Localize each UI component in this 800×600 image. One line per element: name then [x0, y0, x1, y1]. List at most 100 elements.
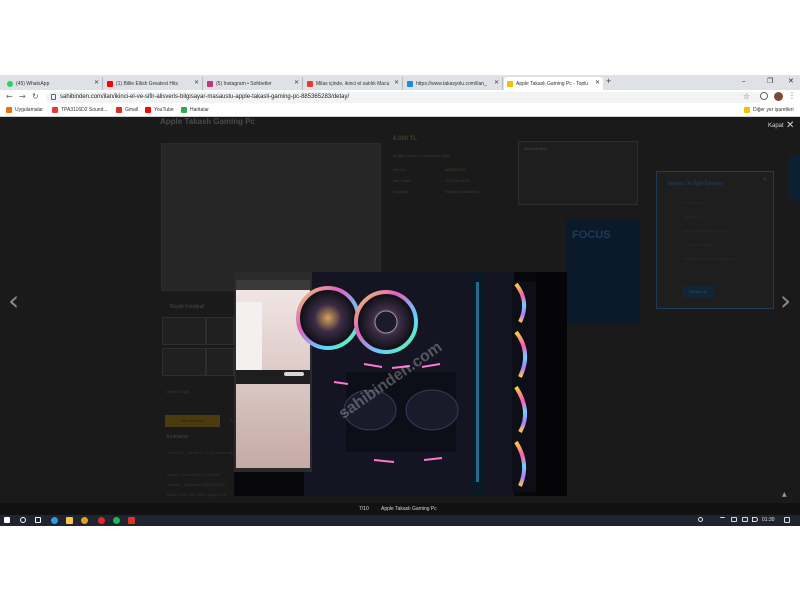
url-text: sahibinden.com/ilan/ikinci-el-ve-sifir-a…	[60, 94, 350, 100]
opera-icon[interactable]	[98, 517, 105, 524]
bookmark-apps[interactable]: Uygulamalar	[6, 107, 43, 113]
clock[interactable]: 01:30	[762, 517, 775, 523]
detail-value: Toplama Masaüstü	[445, 189, 479, 194]
description-line: Anakart : Gigabyte B450M DS3H	[167, 482, 226, 487]
sahibinden-icon	[307, 80, 313, 87]
avatar[interactable]	[774, 92, 783, 101]
detail-label: İlan No	[393, 167, 406, 172]
tab-label: https://www.takasyolu.com/ilan_	[416, 80, 487, 87]
battery-icon[interactable]	[731, 517, 737, 522]
photo-caption: Apple Takaslı Gaming Pc	[381, 506, 437, 512]
feedback-side-tab[interactable]	[789, 155, 800, 200]
maximize-icon[interactable]: ❐	[767, 77, 773, 85]
buy-now-button[interactable]: Hemen Al	[683, 286, 713, 298]
edge-icon[interactable]	[51, 517, 58, 524]
bookmark-youtube[interactable]: YouTube	[145, 107, 174, 113]
bookmark-label: YouTube	[154, 107, 174, 113]
related-item[interactable]: Favorilerim	[683, 200, 703, 205]
minimize-icon[interactable]: –	[742, 77, 746, 85]
listing-title: Apple Takaslı Gaming Pc	[160, 117, 255, 126]
tab-apple-takasli[interactable]: Apple Takaslı Gaming Pc - Toplu ✕	[504, 77, 603, 90]
close-icon[interactable]: ✕	[786, 120, 794, 131]
price: 6.000 TL	[393, 136, 418, 142]
file-explorer-icon[interactable]	[66, 517, 73, 524]
location-text: Muğla / Milas / Cumhuriyet Mah.	[393, 153, 451, 158]
listing-main-photo[interactable]	[161, 143, 381, 291]
start-button[interactable]	[4, 517, 10, 523]
video-text: Video ile İlgili	[166, 389, 190, 394]
reload-icon[interactable]: ↻	[32, 92, 39, 101]
thumbnail[interactable]	[206, 348, 234, 376]
tab-listing-details[interactable]: İlan Detayları	[165, 415, 220, 427]
chevron-right-icon[interactable]: ›	[780, 287, 791, 315]
tab-sahibinden-milas[interactable]: Milas içinde, ikinci el satılık Macu ✕	[304, 77, 403, 90]
forward-icon[interactable]: →	[19, 92, 26, 101]
tab-youtube[interactable]: (1) Billie Eilish Greatest Hits ✕	[104, 77, 203, 90]
tab-close-icon[interactable]: ✕	[595, 79, 600, 86]
tab-instagram[interactable]: (5) Instagram • Sohbetler ✕	[204, 77, 303, 90]
gmail-icon	[116, 107, 122, 113]
lightbox-caption-bar: 7/10 Apple Takaslı Gaming Pc	[0, 503, 800, 515]
tab-close-icon[interactable]: ✕	[294, 79, 299, 86]
people-icon[interactable]	[698, 517, 703, 522]
folder-icon	[744, 107, 750, 113]
volume-icon[interactable]	[752, 517, 758, 522]
chevron-up-icon[interactable]	[720, 517, 725, 522]
bookmarks-bar: Uygulamalar TPA3116D2 Sound... Gmail You…	[0, 105, 800, 117]
network-icon[interactable]	[742, 517, 748, 522]
scroll-top-button[interactable]: ▲	[782, 491, 794, 501]
tab-label: (45) WhatsApp	[16, 80, 50, 87]
chevron-left-icon[interactable]: ‹	[8, 287, 19, 315]
instagram-icon	[207, 80, 213, 87]
lightbox-photo: sahibinden.com	[234, 272, 567, 496]
thumbnail[interactable]	[206, 317, 234, 345]
back-icon[interactable]: ←	[6, 92, 13, 101]
youtube-icon	[107, 80, 113, 87]
address-bar[interactable]: sahibinden.com/ilan/ikinci-el-ve-sifir-a…	[46, 92, 762, 103]
related-item[interactable]: Yazıcıya Gönder	[683, 242, 713, 247]
close-window-icon[interactable]: ✕	[788, 77, 794, 85]
description-line: Ekran Kartı: Gtx 1660 Super 6GB	[167, 492, 227, 497]
related-item[interactable]: Aynı Kategorideki İlanlar	[683, 228, 726, 233]
new-tab-button[interactable]: +	[606, 76, 611, 86]
bookmark-other[interactable]: Diğer yer işaretleri	[744, 107, 794, 113]
spotify-icon[interactable]	[113, 517, 120, 524]
tab-close-icon[interactable]: ✕	[194, 79, 199, 86]
windows-taskbar: 01:30	[0, 515, 800, 526]
seller-box: Mehmet Bey	[518, 141, 638, 205]
thumbnail[interactable]	[162, 348, 206, 376]
bookmark-label: Diğer yer işaretleri	[753, 107, 794, 113]
seller-name: Mehmet Bey	[524, 146, 547, 151]
sahibinden-icon	[507, 80, 513, 87]
takasyolu-icon	[407, 80, 413, 87]
lock-icon	[51, 94, 56, 100]
task-view-icon[interactable]	[35, 517, 41, 523]
related-item[interactable]: Şikayet Et	[683, 214, 701, 219]
thumbnail[interactable]	[162, 317, 206, 345]
bookmark-star-icon[interactable]: ☆	[743, 92, 750, 101]
detail-label: Kategori	[393, 189, 408, 194]
ad-banner[interactable]: FOCUS	[566, 219, 640, 323]
description-line: İşlemci : Amd Ryzen 5 3500X	[167, 472, 220, 477]
bookmark-gmail[interactable]: Gmail	[116, 107, 138, 113]
browser-toolbar: ← → ↻ sahibinden.com/ilan/ikinci-el-ve-s…	[0, 90, 800, 105]
search-icon[interactable]	[20, 517, 26, 523]
bookmark-tpa[interactable]: TPA3116D2 Sound...	[52, 107, 108, 113]
tab-close-icon[interactable]: ✕	[394, 79, 399, 86]
tab-whatsapp[interactable]: (45) WhatsApp ✕	[4, 77, 103, 90]
lightbox-close-label[interactable]: Kapat	[768, 123, 784, 129]
tab-takasyolu[interactable]: https://www.takasyolu.com/ilan_ ✕	[404, 77, 503, 90]
related-item[interactable]: Sahibinden Güvenlik İpuçları	[683, 256, 734, 261]
bookmark-label: TPA3116D2 Sound...	[61, 107, 108, 113]
store-icon	[52, 107, 58, 113]
tab-close-icon[interactable]: ✕	[94, 79, 99, 86]
bookmark-maps[interactable]: Haritalar	[181, 107, 209, 113]
close-icon[interactable]: ×	[762, 175, 768, 183]
tab-close-icon[interactable]: ✕	[494, 79, 499, 86]
app-icon[interactable]	[128, 517, 135, 524]
chrome-icon[interactable]	[81, 517, 88, 524]
menu-icon[interactable]: ⋮	[788, 91, 796, 100]
big-photo-link[interactable]: Büyük Fotoğraf	[170, 304, 204, 310]
extension-icon[interactable]	[760, 92, 768, 100]
notification-icon[interactable]	[784, 517, 790, 523]
